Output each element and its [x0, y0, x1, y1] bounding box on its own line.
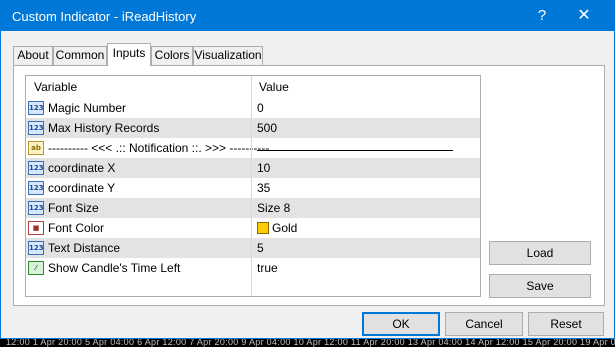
integer-icon: 123: [28, 121, 44, 135]
table-row[interactable]: 123 coordinate Y 35: [26, 178, 480, 198]
table-row[interactable]: 123 Font Size Size 8: [26, 198, 480, 218]
table-row[interactable]: 123 Text Distance 5: [26, 238, 480, 258]
integer-icon: 123: [28, 241, 44, 255]
grid-header: Variable Value: [26, 76, 480, 98]
boolean-icon: ⁄: [28, 261, 44, 275]
table-row[interactable]: 123 Max History Records 500: [26, 118, 480, 138]
column-divider[interactable]: [251, 76, 252, 296]
row-value[interactable]: 0: [257, 101, 264, 115]
row-variable: ---------- <<< .:: Notification ::. >>> …: [48, 141, 270, 155]
title-bar[interactable]: Custom Indicator - iReadHistory ? ✕: [1, 1, 614, 31]
cancel-button[interactable]: Cancel: [445, 312, 523, 336]
close-icon[interactable]: ✕: [567, 4, 601, 28]
row-value[interactable]: Gold: [257, 221, 297, 235]
inputs-grid: Variable Value 123 Magic Number 0 123 Ma…: [25, 75, 481, 297]
row-value[interactable]: 35: [257, 181, 270, 195]
column-header-value[interactable]: Value: [259, 76, 289, 98]
row-variable: Text Distance: [48, 241, 121, 255]
table-row[interactable]: 123 coordinate X 10: [26, 158, 480, 178]
tab-common[interactable]: Common: [53, 46, 107, 65]
integer-icon: 123: [28, 201, 44, 215]
row-value[interactable]: true: [257, 261, 278, 275]
tab-inputs[interactable]: Inputs: [107, 43, 151, 66]
row-variable: Max History Records: [48, 121, 160, 135]
row-variable: Font Size: [48, 201, 99, 215]
ok-button[interactable]: OK: [362, 312, 440, 336]
row-value[interactable]: 5: [257, 241, 264, 255]
row-value[interactable]: 500: [257, 121, 277, 135]
row-variable: coordinate Y: [48, 181, 116, 195]
table-row[interactable]: ab ---------- <<< .:: Notification ::. >…: [26, 138, 480, 158]
row-value[interactable]: 10: [257, 161, 270, 175]
separator-line: [257, 150, 453, 151]
color-icon: ■: [28, 221, 44, 235]
row-variable: Show Candle's Time Left: [48, 261, 181, 275]
color-name: Gold: [272, 221, 298, 235]
tab-visualization[interactable]: Visualization: [193, 46, 263, 65]
help-icon[interactable]: ?: [529, 4, 555, 28]
integer-icon: 123: [28, 161, 44, 175]
save-button[interactable]: Save: [489, 274, 591, 298]
color-swatch: [257, 222, 269, 234]
string-icon: ab: [28, 141, 44, 155]
tab-about[interactable]: About: [13, 46, 53, 65]
inputs-panel: Variable Value 123 Magic Number 0 123 Ma…: [13, 65, 605, 306]
table-row[interactable]: 123 Magic Number 0: [26, 98, 480, 118]
window-title: Custom Indicator - iReadHistory: [12, 9, 197, 24]
table-row[interactable]: ■ Font Color Gold: [26, 218, 480, 238]
row-variable: Font Color: [48, 221, 105, 235]
integer-icon: 123: [28, 101, 44, 115]
table-row[interactable]: ⁄ Show Candle's Time Left true: [26, 258, 480, 278]
integer-icon: 123: [28, 181, 44, 195]
indicator-dialog: Custom Indicator - iReadHistory ? ✕ Abou…: [0, 0, 615, 339]
row-value[interactable]: Size 8: [257, 201, 290, 215]
row-variable: Magic Number: [48, 101, 127, 115]
tab-colors[interactable]: Colors: [151, 46, 193, 65]
time-axis-labels: 12:00 1 Apr 20:00 5 Apr 04:00 6 Apr 12:0…: [6, 339, 615, 347]
chart-time-axis: 12:00 1 Apr 20:00 5 Apr 04:00 6 Apr 12:0…: [0, 339, 615, 347]
column-header-variable[interactable]: Variable: [34, 76, 77, 98]
row-variable: coordinate X: [48, 161, 116, 175]
reset-button[interactable]: Reset: [528, 312, 604, 336]
load-button[interactable]: Load: [489, 241, 591, 265]
